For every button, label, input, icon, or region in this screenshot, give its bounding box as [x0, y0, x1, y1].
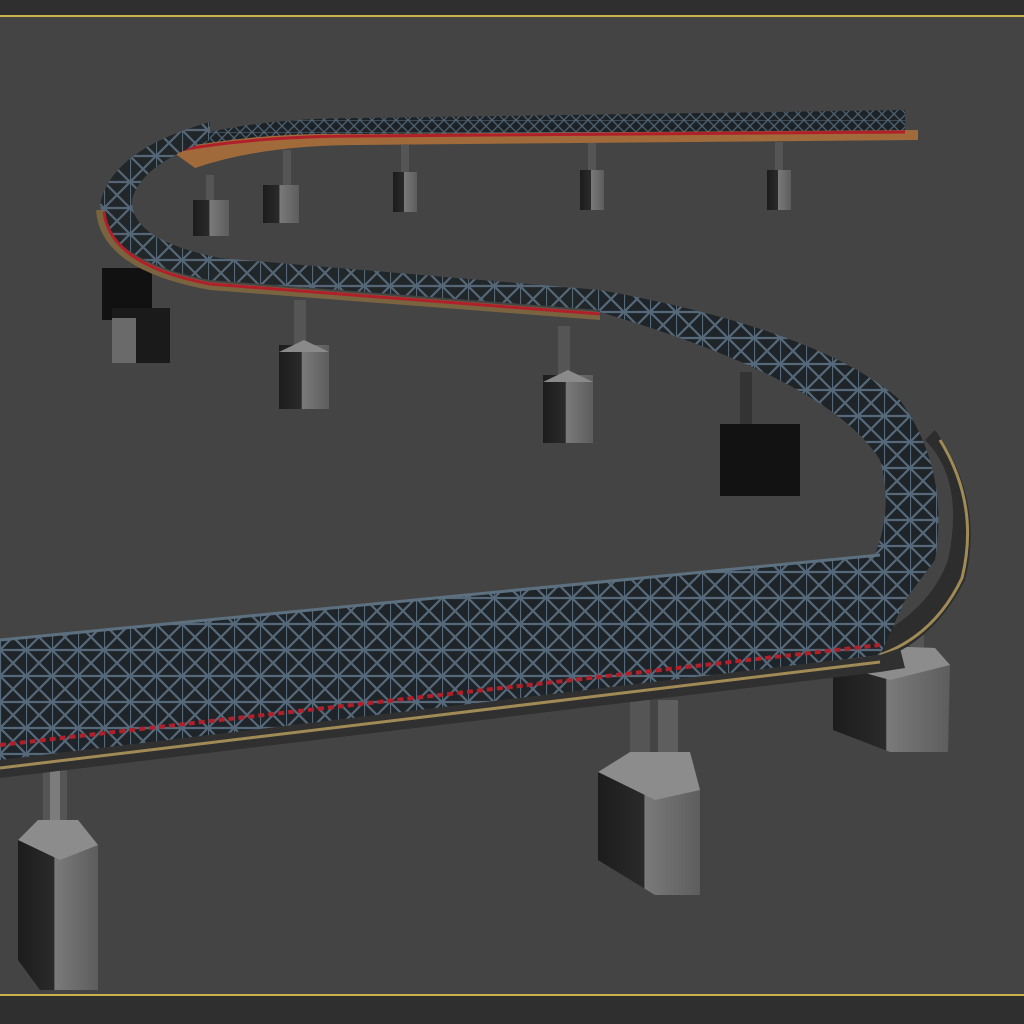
pier	[279, 300, 329, 409]
pier	[543, 326, 593, 443]
pier	[193, 175, 229, 236]
viewport-frame-bottom	[0, 996, 1024, 1024]
scene-render[interactable]	[0, 0, 1024, 1024]
pier	[263, 150, 299, 223]
bridge-front-span	[0, 553, 905, 778]
3d-viewport[interactable]	[0, 0, 1024, 1024]
pier	[18, 760, 98, 990]
pier	[598, 700, 700, 895]
pier	[720, 372, 800, 496]
pier	[580, 143, 604, 210]
pier	[102, 268, 170, 363]
bridge-left-curve	[96, 122, 601, 320]
bridge-back-span	[170, 110, 918, 168]
pier	[767, 142, 791, 210]
pier	[393, 145, 417, 212]
